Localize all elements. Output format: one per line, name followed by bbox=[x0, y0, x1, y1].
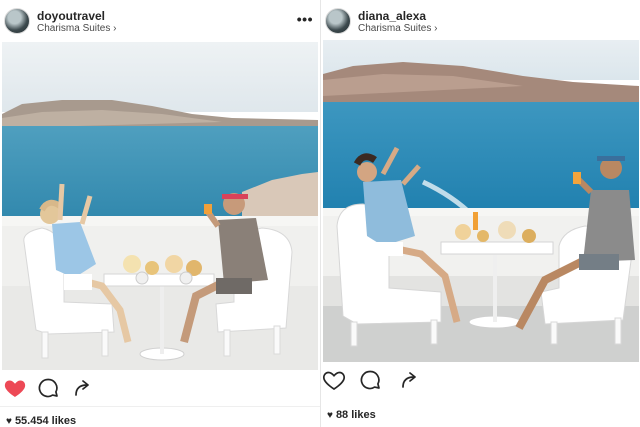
likes-count[interactable]: ♥ 55.454 likes bbox=[6, 415, 76, 427]
like-heart-icon[interactable] bbox=[3, 376, 27, 400]
chevron-right-icon: › bbox=[113, 23, 117, 34]
post-header: doyoutravel Charisma Suites › ••• bbox=[0, 0, 320, 42]
small-heart-icon: ♥ bbox=[6, 416, 12, 427]
small-heart-icon: ♥ bbox=[327, 410, 333, 421]
location-link[interactable]: Charisma Suites › bbox=[37, 23, 116, 34]
post-photo[interactable] bbox=[2, 42, 318, 370]
location-link[interactable]: Charisma Suites › bbox=[358, 23, 437, 34]
likes-label: 88 likes bbox=[335, 409, 376, 421]
post-doyoutravel: doyoutravel Charisma Suites › ••• ♥ 55.4… bbox=[0, 0, 320, 427]
username[interactable]: diana_alexa bbox=[358, 9, 426, 23]
avatar[interactable] bbox=[4, 8, 30, 34]
more-options-icon[interactable]: ••• bbox=[297, 11, 313, 27]
location-label: Charisma Suites bbox=[37, 23, 111, 34]
post-header: diana_alexa Charisma Suites › bbox=[321, 0, 640, 42]
likes-label: 55.454 likes bbox=[14, 415, 77, 427]
post-actions bbox=[321, 366, 640, 396]
location-label: Charisma Suites bbox=[358, 23, 432, 34]
comment-icon[interactable] bbox=[358, 368, 382, 392]
post-actions bbox=[0, 374, 320, 404]
post-photo[interactable] bbox=[323, 40, 639, 362]
share-arrow-icon[interactable] bbox=[70, 376, 94, 400]
like-heart-icon[interactable] bbox=[322, 368, 346, 392]
username[interactable]: doyoutravel bbox=[37, 9, 105, 23]
comment-icon[interactable] bbox=[36, 376, 60, 400]
post-diana-alexa: diana_alexa Charisma Suites › ♥ 88 likes bbox=[320, 0, 640, 427]
chevron-right-icon: › bbox=[434, 23, 438, 34]
divider bbox=[0, 406, 320, 407]
share-arrow-icon[interactable] bbox=[397, 368, 421, 392]
avatar[interactable] bbox=[325, 8, 351, 34]
likes-count[interactable]: ♥ 88 likes bbox=[327, 409, 376, 421]
